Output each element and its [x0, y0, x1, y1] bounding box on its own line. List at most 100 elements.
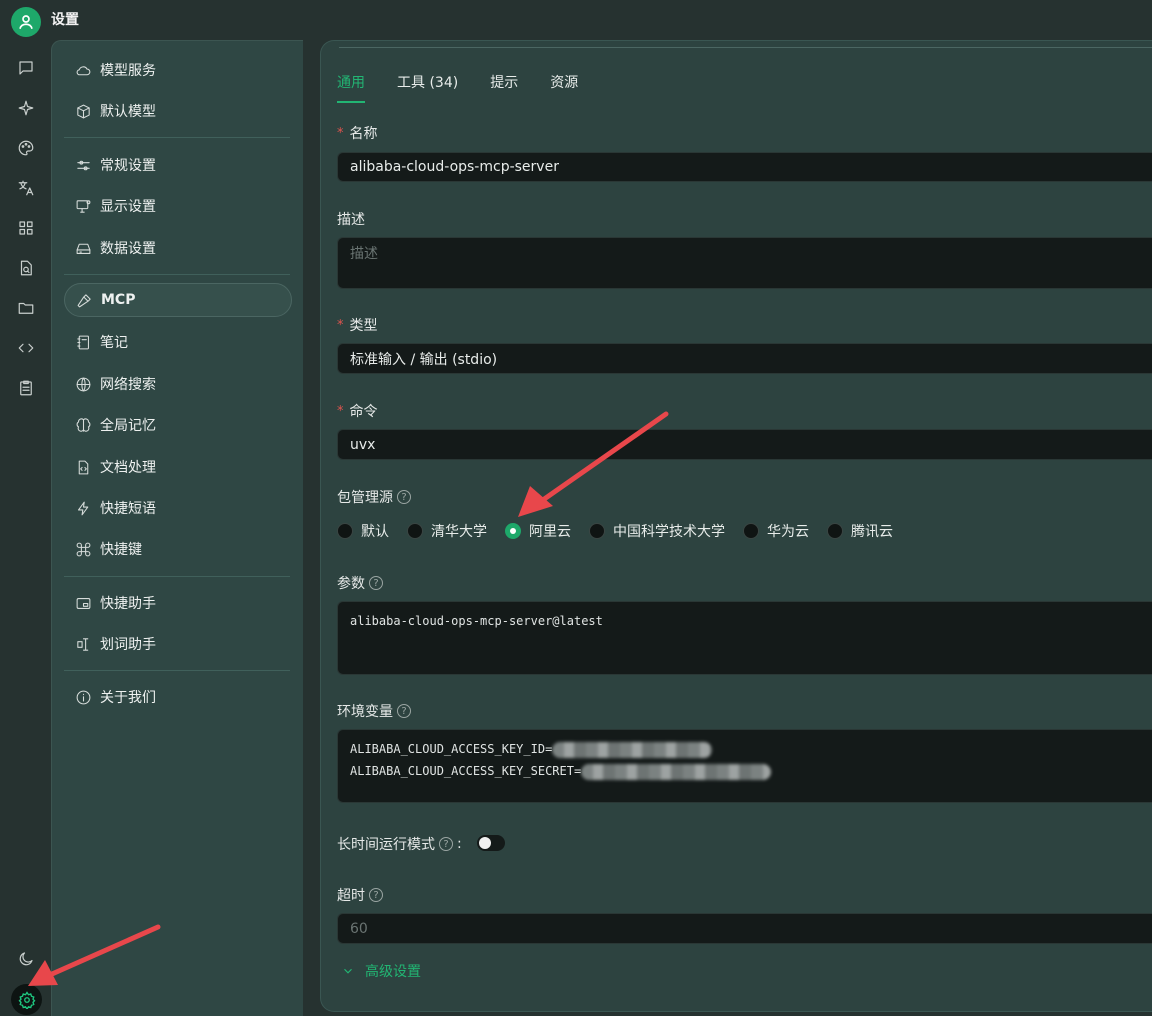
type-select[interactable]: 标准输入 / 输出 (stdio) — [337, 343, 1152, 374]
sidebar-item-quick-assistant[interactable]: 快捷助手 — [64, 586, 292, 620]
description-label: 描述 — [337, 212, 365, 228]
command-icon — [74, 540, 92, 558]
command-input[interactable]: uvx — [337, 429, 1152, 460]
hammer-icon — [75, 291, 93, 309]
folder-icon[interactable] — [15, 297, 37, 319]
radio-label: 腾讯云 — [851, 524, 893, 540]
redacted-value — [552, 741, 713, 758]
globe-icon — [74, 375, 92, 393]
radio-tencent[interactable]: 腾讯云 — [827, 521, 893, 541]
drive-icon — [74, 239, 92, 257]
radio-label: 中国科学技术大学 — [613, 524, 725, 540]
translate-icon[interactable] — [15, 177, 37, 199]
description-input[interactable]: 描述 — [337, 237, 1152, 289]
tab-resources[interactable]: 资源 — [550, 72, 578, 102]
sidebar-item-label: 网络搜索 — [100, 377, 156, 393]
long-running-toggle[interactable] — [477, 835, 505, 851]
code-icon[interactable] — [15, 337, 37, 359]
sidebar-item-selection-assistant[interactable]: 划词助手 — [64, 627, 292, 661]
chat-icon[interactable] — [15, 57, 37, 79]
sidebar-divider — [64, 274, 290, 275]
sidebar-item-label: 全局记忆 — [100, 418, 156, 434]
text-cursor-icon — [74, 635, 92, 653]
sidebar-item-label: 划词助手 — [100, 637, 156, 653]
moon-icon[interactable] — [15, 948, 37, 970]
radio-dot — [407, 523, 423, 539]
monitor-icon — [74, 197, 92, 215]
sidebar-item-web-search[interactable]: 网络搜索 — [64, 367, 292, 401]
settings-icon — [18, 990, 35, 1009]
title-bar: 设置 — [0, 0, 1152, 40]
cloud-icon — [74, 61, 92, 79]
radio-aliyun[interactable]: 阿里云 — [505, 521, 571, 541]
sidebar-item-shortcuts[interactable]: 快捷键 — [64, 532, 292, 566]
help-icon[interactable]: ? — [397, 490, 411, 504]
sparkle-icon[interactable] — [15, 97, 37, 119]
sidebar-item-general[interactable]: 常规设置 — [64, 148, 292, 182]
redacted-value — [581, 763, 772, 780]
help-icon[interactable]: ? — [369, 888, 383, 902]
radio-dot — [505, 523, 521, 539]
tab-prompts[interactable]: 提示 — [490, 72, 518, 102]
radio-label: 华为云 — [767, 524, 809, 540]
chevron-down-icon — [344, 968, 352, 974]
panel-top-divider — [339, 47, 1152, 48]
clipboard-icon[interactable] — [15, 377, 37, 399]
sidebar-item-label: 显示设置 — [100, 199, 156, 215]
radio-label: 默认 — [361, 524, 389, 540]
sidebar-item-notes[interactable]: 笔记 — [64, 325, 292, 359]
radio-default[interactable]: 默认 — [337, 521, 389, 541]
long-running-label: 长时间运行模式?: — [337, 836, 462, 853]
radio-ustc[interactable]: 中国科学技术大学 — [589, 521, 725, 541]
file-search-icon[interactable] — [15, 257, 37, 279]
env-label: 环境变量? — [337, 701, 411, 721]
doc-code-icon — [74, 458, 92, 476]
cube-icon — [74, 102, 92, 120]
apps-icon[interactable] — [15, 217, 37, 239]
help-icon[interactable]: ? — [369, 576, 383, 590]
sidebar-item-mcp[interactable]: MCP — [64, 283, 292, 317]
sidebar-divider — [64, 137, 290, 138]
name-input[interactable]: alibaba-cloud-ops-mcp-server — [337, 152, 1152, 182]
sidebar-item-label: 快捷短语 — [100, 501, 156, 517]
advanced-label: 高级设置 — [365, 964, 421, 980]
registry-radio-group: 默认 清华大学 阿里云 中国科学技术大学 华为云 腾讯云 — [337, 521, 911, 541]
sidebar-item-data[interactable]: 数据设置 — [64, 231, 292, 265]
env-input[interactable]: ALIBABA_CLOUD_ACCESS_KEY_ID= ALIBABA_CLO… — [337, 729, 1152, 803]
sidebar-item-model-service[interactable]: 模型服务 — [64, 53, 292, 87]
advanced-settings-toggle[interactable]: 高级设置 — [341, 961, 421, 981]
sidebar-divider — [64, 670, 290, 671]
settings-button[interactable] — [11, 984, 42, 1015]
tab-tools[interactable]: 工具 (34) — [397, 72, 458, 102]
command-label: * 命令 — [337, 403, 378, 421]
tab-general[interactable]: 通用 — [337, 72, 365, 103]
help-icon[interactable]: ? — [439, 837, 453, 851]
timeout-input[interactable]: 60 — [337, 913, 1152, 944]
timeout-label: 超时? — [337, 885, 383, 905]
settings-sidebar: 模型服务 默认模型 常规设置 显示设置 数据设置 MCP 笔记 网络搜索 全局记… — [51, 40, 303, 1016]
sidebar-item-display[interactable]: 显示设置 — [64, 189, 292, 223]
env-key-secret: ALIBABA_CLOUD_ACCESS_KEY_SECRET= — [350, 764, 582, 778]
sidebar-divider — [64, 576, 290, 577]
user-icon — [19, 15, 33, 30]
sidebar-item-doc-processing[interactable]: 文档处理 — [64, 450, 292, 484]
sidebar-item-default-model[interactable]: 默认模型 — [64, 94, 292, 128]
sidebar-item-label: 默认模型 — [100, 104, 156, 120]
window-icon — [74, 594, 92, 612]
sidebar-item-label: MCP — [101, 292, 136, 308]
registry-label: 包管理源? — [337, 487, 411, 507]
args-input[interactable]: alibaba-cloud-ops-mcp-server@latest — [337, 601, 1152, 675]
user-avatar[interactable] — [11, 7, 41, 37]
sidebar-item-label: 文档处理 — [100, 460, 156, 476]
palette-icon[interactable] — [15, 137, 37, 159]
sidebar-item-label: 数据设置 — [100, 241, 156, 257]
help-icon[interactable]: ? — [397, 704, 411, 718]
name-label: * 名称 — [337, 125, 378, 143]
radio-tsinghua[interactable]: 清华大学 — [407, 521, 487, 541]
radio-dot — [827, 523, 843, 539]
radio-huawei[interactable]: 华为云 — [743, 521, 809, 541]
sidebar-item-quick-phrases[interactable]: 快捷短语 — [64, 491, 292, 525]
args-label: 参数? — [337, 573, 383, 593]
sidebar-item-about[interactable]: 关于我们 — [64, 680, 292, 714]
sidebar-item-memory[interactable]: 全局记忆 — [64, 408, 292, 442]
